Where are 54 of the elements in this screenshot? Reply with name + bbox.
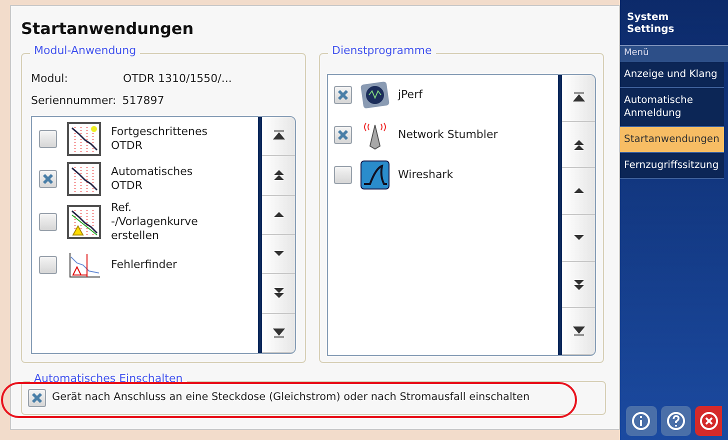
checkbox[interactable] [39, 213, 57, 231]
page-down-button[interactable] [262, 274, 295, 314]
close-button[interactable] [695, 406, 722, 436]
sidebar-title: System Settings [626, 12, 676, 37]
group-legend: Modul-Anwendung [30, 45, 140, 56]
checkbox[interactable] [39, 130, 57, 148]
help-icon [666, 411, 686, 431]
menu-item[interactable]: Automatische Anmeldung [620, 88, 724, 126]
close-icon [698, 411, 719, 431]
checkbox[interactable] [39, 256, 57, 274]
menu-item[interactable]: Startanwendungen [620, 126, 724, 152]
help-button[interactable] [660, 406, 692, 436]
x-mark-icon [337, 89, 349, 101]
scroll-bottom-button[interactable] [562, 308, 595, 355]
down-arrow-icon [270, 326, 286, 340]
utility-label: Network Stumbler [398, 126, 498, 143]
checkbox[interactable] [39, 170, 57, 188]
checkbox[interactable] [334, 86, 352, 104]
scroll-top-button[interactable] [562, 75, 595, 122]
group-legend: Dienstprogramme [328, 45, 436, 56]
application-label: Ref. -/Vorlagenkurve erstellen [111, 201, 199, 243]
checkbox[interactable] [28, 389, 46, 407]
x-mark-icon [31, 392, 43, 404]
utility-label: Wireshark [398, 166, 454, 183]
application-label: Fehlerfinder [111, 258, 178, 272]
x-mark-icon [42, 173, 54, 185]
checkbox[interactable] [334, 126, 352, 144]
trace-graph-icon [67, 205, 101, 239]
x-mark-icon [337, 129, 349, 141]
page-title: Startanwendungen [21, 19, 195, 40]
down-arrow-icon [570, 324, 586, 338]
scroll-bottom-button[interactable] [262, 314, 295, 353]
info-button[interactable] [626, 406, 657, 436]
checkbox[interactable] [334, 166, 352, 184]
field-value: OTDR 1310/1550/... [123, 70, 232, 87]
fin-logo-icon [360, 160, 390, 190]
page-down-button[interactable] [562, 262, 595, 308]
field-label: Modul: [31, 70, 69, 87]
page-up-button[interactable] [562, 122, 595, 168]
menu-header: Menü [620, 45, 728, 62]
application-label: Automatisches OTDR [111, 165, 194, 193]
field-value: 517897 [122, 92, 164, 109]
fault-finder-icon [67, 251, 101, 279]
option-label: Gerät nach Anschluss an eine Steckdose (Gleichstrom) oder nach Stromausfall einschalten [52, 390, 530, 406]
scroll-top-button[interactable] [262, 117, 295, 156]
menu-item[interactable]: Anzeige und Klang [620, 62, 724, 88]
utility-label: jPerf [398, 86, 422, 103]
gauge-logo-icon [360, 81, 390, 109]
trace-graph-icon [67, 162, 101, 196]
menu-item[interactable]: Fernzugriffssitzung [620, 152, 724, 178]
trace-graph-icon [67, 122, 101, 156]
info-icon [631, 411, 652, 431]
field-label: Seriennummer: [31, 92, 116, 109]
page-up-button[interactable] [262, 156, 295, 196]
